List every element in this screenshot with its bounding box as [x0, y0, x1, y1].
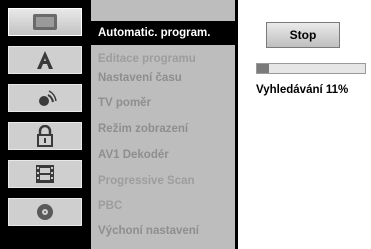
menu-item-tv-aspect[interactable]: TV poměr [91, 91, 235, 115]
search-progress-bar [256, 63, 366, 74]
menu-item-pbc[interactable]: PBC [91, 194, 235, 218]
monitor-icon [32, 13, 58, 31]
menu-item-av1-decoder[interactable]: AV1 Dekodér [91, 143, 235, 167]
menu-item-factory-reset[interactable]: Výchoní nastavení [91, 219, 235, 243]
setup-menu: Automatic. program. Editace programu Nas… [91, 0, 235, 249]
audio-icon [33, 88, 57, 108]
language-category[interactable] [8, 46, 82, 74]
menu-item-clock-set[interactable]: Nastavení času [91, 66, 235, 90]
category-icon-bar [0, 0, 88, 249]
audio-category[interactable] [8, 84, 82, 112]
menu-item-progressive-scan[interactable]: Progressive Scan [91, 169, 235, 193]
menu-item-display-mode[interactable]: Režim zobrazení [91, 117, 235, 141]
option-panel: Stop Vyhledávání 11% [238, 0, 371, 249]
monitor-category[interactable] [8, 8, 82, 36]
stop-button[interactable]: Stop [266, 22, 340, 48]
disc-icon [35, 202, 55, 222]
lock-category[interactable] [8, 122, 82, 150]
disc-category[interactable] [8, 198, 82, 226]
film-icon [34, 164, 56, 184]
setup-screen: Automatic. program. Editace programu Nas… [0, 0, 371, 249]
search-status-text: Vyhledávání 11% [256, 84, 349, 96]
language-icon [34, 50, 56, 70]
lock-icon [35, 125, 55, 147]
film-category[interactable] [8, 160, 82, 188]
menu-item-auto-program[interactable]: Automatic. program. [91, 21, 235, 45]
search-progress-fill [257, 64, 269, 73]
